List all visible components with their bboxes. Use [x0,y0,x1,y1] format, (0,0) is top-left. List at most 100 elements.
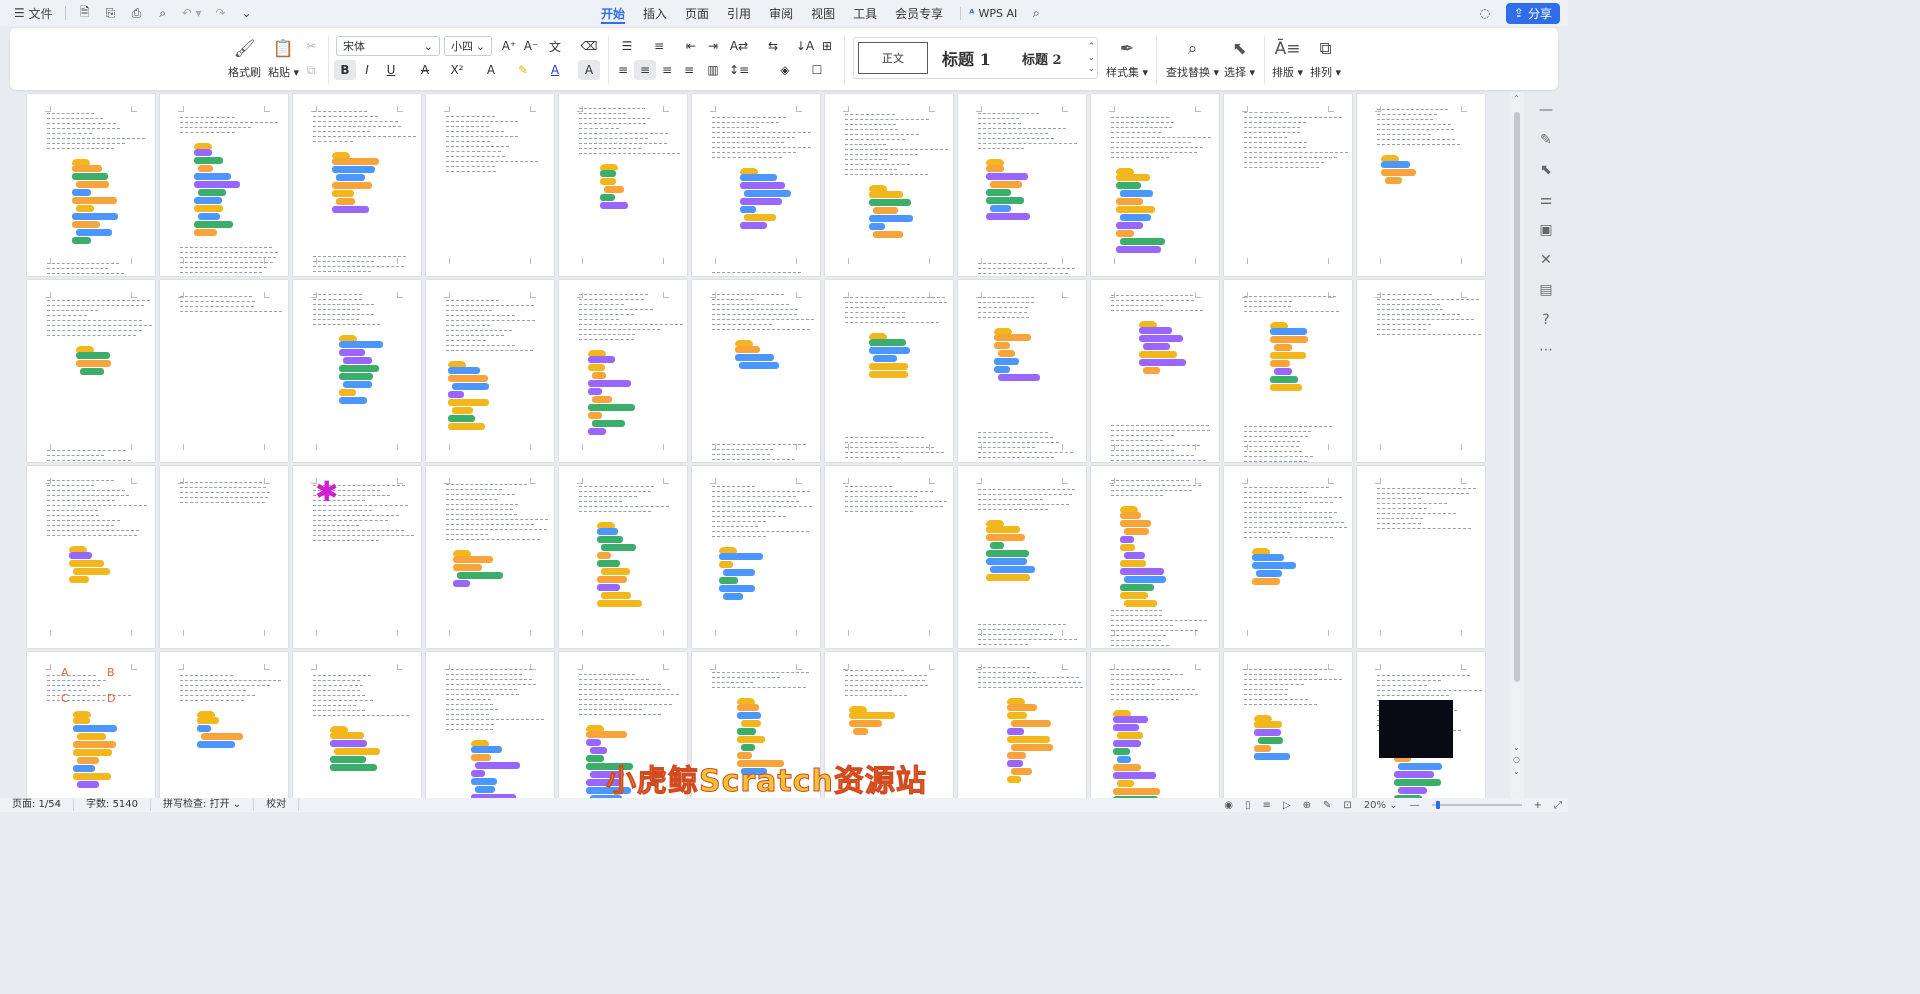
search-icon[interactable]: ⌕ [1025,2,1047,24]
page-thumbnail[interactable] [1357,466,1485,648]
template-icon[interactable]: ▤ [1539,282,1552,298]
page-thumbnail[interactable] [559,94,687,276]
pen-view-icon[interactable]: ✎ [1323,800,1331,811]
page-thumbnail[interactable] [559,280,687,462]
share-button[interactable]: ⇪ 分享 [1505,2,1560,24]
page-thumbnail[interactable] [426,466,554,648]
tab-page[interactable]: 页面 [676,0,718,26]
page-thumbnail[interactable] [27,280,155,462]
find-replace-button[interactable]: ⌕ 查找替换 ▾ [1166,38,1219,80]
save-icon[interactable]: 🗎 [74,2,96,24]
style-heading-1[interactable]: 标题 1 [942,42,991,74]
decrease-indent-icon[interactable]: ⇤ [680,36,702,56]
zoom-slider[interactable] [1431,801,1522,809]
image-icon[interactable]: ▣ [1539,222,1552,238]
more-dropdown-icon[interactable]: ⌄ [236,2,258,24]
web-view-icon[interactable]: ⊕ [1303,800,1311,811]
page-thumbnail[interactable] [1357,652,1485,798]
bold-icon[interactable]: B [334,60,356,80]
page-thumbnail[interactable] [426,652,554,798]
play-icon[interactable]: ▷ [1283,800,1291,811]
page-thumbnail[interactable] [692,94,820,276]
page-thumbnail[interactable] [293,280,421,462]
undo-icon[interactable]: ↶ ▾ [178,2,206,24]
tab-insert[interactable]: 插入 [634,0,676,26]
zoom-out-icon[interactable]: — [1410,800,1420,811]
char-shading-icon[interactable]: A [578,60,600,80]
page-thumbnail[interactable] [1224,652,1352,798]
page-thumbnail[interactable] [958,94,1086,276]
page-nav-icons[interactable]: ⌄ ○ ⌄ [1513,742,1520,778]
border-icon[interactable]: ☐ [806,60,828,80]
superscript-icon[interactable]: X² [446,60,468,80]
chat-icon[interactable]: ◌ [1474,2,1496,24]
clear-format-icon[interactable]: ⌫ [578,36,600,56]
page-thumbnail[interactable] [1091,94,1219,276]
numbered-list-icon[interactable]: ≡ [648,36,670,56]
tab-view[interactable]: 视图 [802,0,844,26]
page-thumbnail[interactable]: A B C D [27,652,155,798]
style-gallery-scroll[interactable]: ⌃ ⌄ ⌄ [1087,42,1095,75]
sort-icon[interactable]: ↓A [794,36,816,56]
tab-home[interactable]: 开始 [592,0,634,26]
spell-check[interactable]: 拼写检查: 打开 ⌄ [151,799,255,811]
font-shrink-icon[interactable]: A⁻ [520,36,542,56]
text-direction-icon[interactable]: A⇄ [728,36,750,56]
font-color-icon[interactable]: A [544,60,566,80]
tab-review[interactable]: 审阅 [760,0,802,26]
style-set-button[interactable]: ✒ 样式集 ▾ [1106,38,1148,80]
align-right-icon[interactable]: ≡ [656,60,678,80]
align-left-icon[interactable]: ≡ [612,60,634,80]
style-heading-2[interactable]: 标题 2 [1022,42,1062,74]
paste-button[interactable]: 📋 粘贴 ▾ [268,38,299,80]
print-icon[interactable]: ⎙ [126,2,148,24]
page-thumbnail[interactable] [1357,280,1485,462]
zoom-in-icon[interactable]: + [1534,800,1542,811]
underline-icon[interactable]: U [380,60,402,80]
style-normal[interactable]: 正文 [858,42,928,74]
page-thumbnail[interactable] [1224,280,1352,462]
cut-icon[interactable]: ✂ [300,36,322,56]
show-marks-icon[interactable]: ⊞ [816,36,838,56]
page-thumbnail[interactable] [160,652,288,798]
copy-icon[interactable]: ⧉ [300,60,322,80]
page-thumbnail[interactable] [160,280,288,462]
page-thumbnail[interactable] [426,280,554,462]
page-thumbnail[interactable] [825,94,953,276]
page-thumbnail[interactable] [825,280,953,462]
arrange-button[interactable]: ⧉ 排列 ▾ [1310,38,1341,80]
page-thumbnail[interactable] [958,652,1086,798]
scroll-up-icon[interactable]: ⌃ [1513,94,1520,103]
increase-indent-icon[interactable]: ⇥ [702,36,724,56]
tab-tools[interactable]: 工具 [844,0,886,26]
page-thumbnail[interactable] [958,280,1086,462]
page-thumbnail[interactable] [559,466,687,648]
outline-view-icon[interactable]: ≡ [1263,800,1271,811]
wps-ai-button[interactable]: ᴬ WPS AI [960,6,1025,20]
vertical-scrollbar[interactable]: ⌃ ⌄ ○ ⌄ [1510,92,1524,798]
page-thumbnail[interactable] [692,280,820,462]
page-thumbnail[interactable] [692,466,820,648]
line-break-icon[interactable]: ⇆ [762,36,784,56]
page-thumbnail[interactable] [27,94,155,276]
fullscreen-icon[interactable]: ⤢ [1554,800,1562,811]
page-thumbnail[interactable] [160,94,288,276]
font-grow-icon[interactable]: A⁺ [498,36,520,56]
page-indicator[interactable]: 页面: 1/54 [0,799,75,811]
justify-icon[interactable]: ≡ [678,60,700,80]
page-thumbnail[interactable] [293,652,421,798]
page-thumbnail[interactable] [27,466,155,648]
italic-icon[interactable]: I [356,60,378,80]
pointer-icon[interactable]: ⬉ [1540,162,1552,178]
page-thumbnail[interactable] [293,94,421,276]
format-painter-button[interactable]: 🖌 格式刷 [228,38,261,80]
eye-icon[interactable]: ◉ [1224,800,1233,811]
highlight-icon[interactable]: ✎ [512,60,534,80]
page-thumbnail[interactable] [426,94,554,276]
font-name-select[interactable]: 宋体 ⌄ [336,36,440,56]
page-view-icon[interactable]: ▯ [1245,800,1251,811]
help-icon[interactable]: ? [1542,312,1549,328]
minimize-icon[interactable]: — [1539,102,1553,118]
proofread[interactable]: 校对 [254,799,300,811]
page-thumbnail[interactable] [958,466,1086,648]
